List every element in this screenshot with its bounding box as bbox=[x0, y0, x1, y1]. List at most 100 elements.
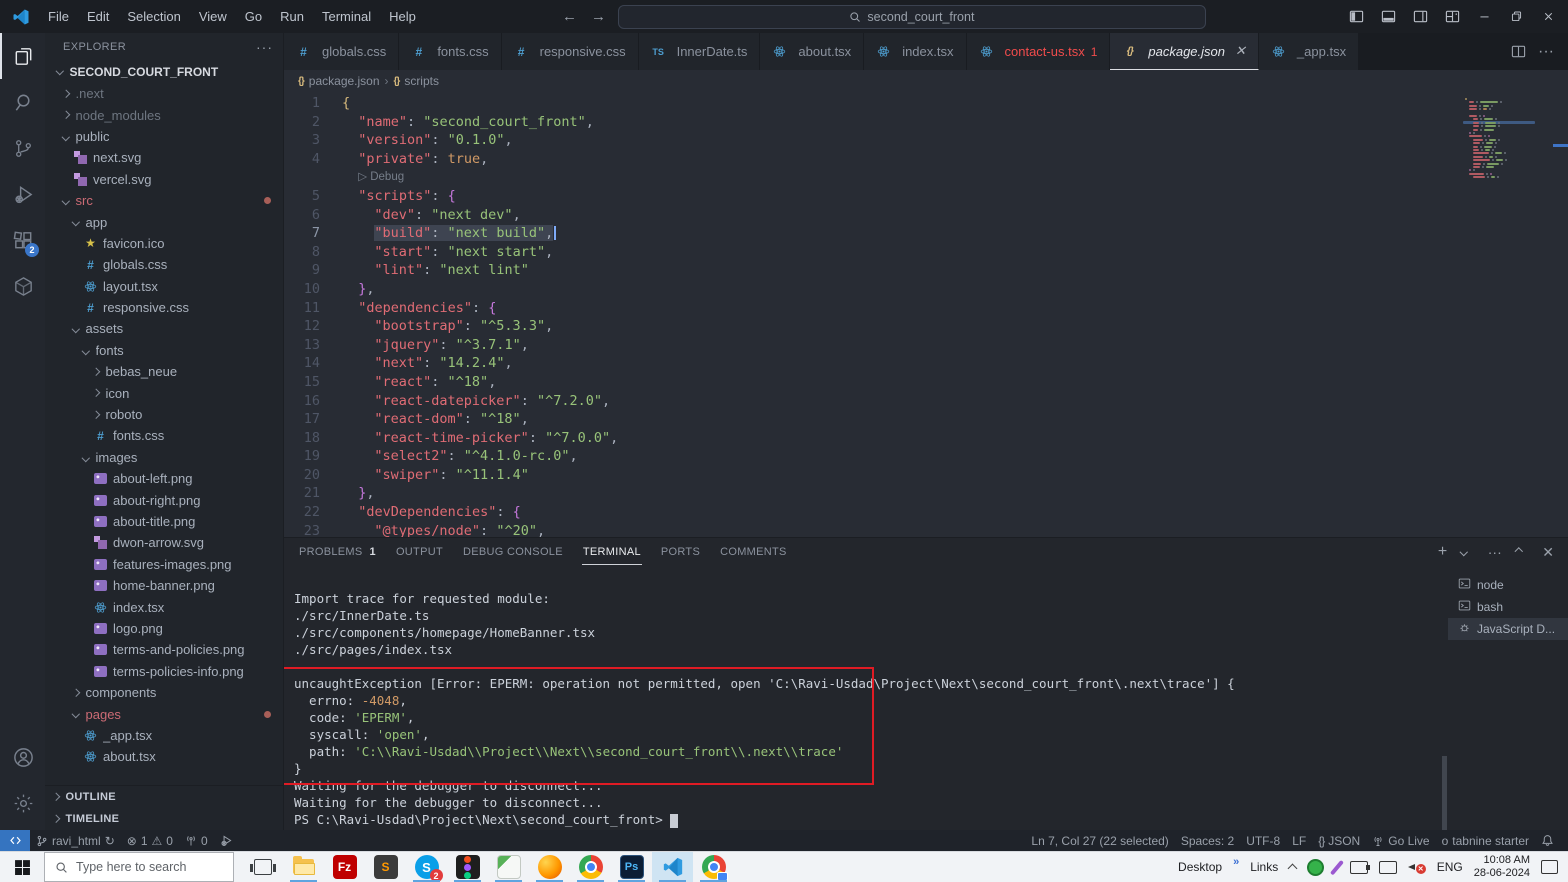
tree-item-src[interactable]: src bbox=[45, 190, 283, 211]
timeline-section[interactable]: TIMELINE bbox=[45, 808, 283, 830]
tab-package.json[interactable]: {}package.json✕ bbox=[1110, 33, 1259, 70]
activity-extensions-icon[interactable]: 2 bbox=[0, 217, 45, 263]
menu-file[interactable]: File bbox=[40, 6, 77, 27]
toggle-primary-sidebar-button[interactable] bbox=[1342, 4, 1370, 30]
panel-tab-terminal[interactable]: TERMINAL bbox=[582, 540, 642, 565]
code-line-11[interactable]: 11"dependencies": { bbox=[284, 299, 1568, 318]
terminal-instance-javascriptd[interactable]: JavaScript D... bbox=[1448, 618, 1568, 640]
code-line-6[interactable]: 6"dev": "next dev", bbox=[284, 206, 1568, 225]
tree-root-folder[interactable]: SECOND_COURT_FRONT bbox=[45, 61, 283, 83]
desktop-label[interactable]: Desktop bbox=[1178, 860, 1222, 874]
code-line-22[interactable]: 22"devDependencies": { bbox=[284, 503, 1568, 522]
minimize-button[interactable] bbox=[1470, 4, 1498, 30]
notifications-bell[interactable] bbox=[1535, 830, 1560, 851]
tree-item-terms-and-policies.png[interactable]: terms-and-policies.png bbox=[45, 639, 283, 660]
activity-search-icon[interactable] bbox=[0, 79, 45, 125]
breadcrumb-symbol[interactable]: scripts bbox=[404, 74, 439, 88]
close-tab-icon[interactable]: ✕ bbox=[1235, 43, 1246, 59]
explorer-more-actions-icon[interactable]: ··· bbox=[256, 39, 273, 55]
tree-item-about.tsx[interactable]: about.tsx bbox=[45, 746, 283, 767]
menu-view[interactable]: View bbox=[191, 6, 235, 27]
panel-tab-output[interactable]: OUTPUT bbox=[395, 540, 444, 564]
eol-status[interactable]: LF bbox=[1286, 830, 1312, 851]
menu-selection[interactable]: Selection bbox=[119, 6, 188, 27]
code-line-17[interactable]: 17"react-dom": "^18", bbox=[284, 410, 1568, 429]
volume-muted-icon[interactable]: ✕ bbox=[1408, 860, 1426, 874]
tree-item-public[interactable]: public bbox=[45, 126, 283, 147]
panel-tab-problems[interactable]: PROBLEMS1 bbox=[298, 540, 377, 564]
more-actions-icon[interactable]: ··· bbox=[1538, 43, 1554, 61]
code-line-20[interactable]: 20"swiper": "^11.1.4" bbox=[284, 466, 1568, 485]
breadcrumb-file[interactable]: package.json bbox=[309, 74, 380, 88]
terminal-instance-node[interactable]: node bbox=[1448, 574, 1568, 596]
tree-item-favicon.ico[interactable]: ★favicon.ico bbox=[45, 233, 283, 254]
tree-item-app[interactable]: app bbox=[45, 211, 283, 232]
terminal-dropdown-icon[interactable] bbox=[1460, 548, 1468, 556]
tree-item-about-right.png[interactable]: about-right.png bbox=[45, 489, 283, 510]
terminal-scrollbar[interactable] bbox=[1442, 756, 1447, 830]
tree-item-next.svg[interactable]: next.svg bbox=[45, 147, 283, 168]
taskbar-app-log-viewer[interactable] bbox=[488, 852, 529, 882]
close-button[interactable] bbox=[1534, 4, 1562, 30]
tree-item-terms-policies-info.png[interactable]: terms-policies-info.png bbox=[45, 661, 283, 682]
tabnine-status[interactable]: otabnine starter bbox=[1436, 830, 1535, 851]
tab-InnerDate.ts[interactable]: TSInnerDate.ts bbox=[639, 33, 761, 70]
code-editor[interactable]: 1{2"name": "second_court_front",3"versio… bbox=[284, 92, 1568, 537]
tree-item-pages[interactable]: pages bbox=[45, 703, 283, 724]
tree-item-fonts.css[interactable]: #fonts.css bbox=[45, 425, 283, 446]
debug-status[interactable] bbox=[214, 830, 239, 851]
taskbar-app-task-view[interactable] bbox=[242, 852, 283, 882]
code-line-15[interactable]: 15"react": "^18", bbox=[284, 373, 1568, 392]
activity-settings-icon[interactable] bbox=[0, 780, 45, 826]
code-line-4[interactable]: 4"private": true, bbox=[284, 150, 1568, 169]
code-line-23[interactable]: 23"@types/node": "^20", bbox=[284, 522, 1568, 537]
tree-item-globals.css[interactable]: #globals.css bbox=[45, 254, 283, 275]
back-arrow-icon[interactable]: ← bbox=[560, 8, 579, 25]
code-line-13[interactable]: 13"jquery": "^3.7.1", bbox=[284, 336, 1568, 355]
tree-item-about-title.png[interactable]: about-title.png bbox=[45, 511, 283, 532]
tree-item-roboto[interactable]: roboto bbox=[45, 404, 283, 425]
code-line-8[interactable]: 8"start": "next start", bbox=[284, 243, 1568, 262]
go-live-button[interactable]: Go Live bbox=[1366, 830, 1435, 851]
tab-about.tsx[interactable]: about.tsx bbox=[760, 33, 864, 70]
outline-section[interactable]: OUTLINE bbox=[45, 786, 283, 808]
activity-source-control-icon[interactable] bbox=[0, 125, 45, 171]
overflow-chevrons[interactable]: » bbox=[1233, 856, 1239, 868]
activity-cube-icon[interactable] bbox=[0, 263, 45, 309]
tab-fonts.css[interactable]: #fonts.css bbox=[399, 33, 501, 70]
toggle-secondary-sidebar-button[interactable] bbox=[1406, 4, 1434, 30]
taskbar-app-filezilla[interactable]: Fz bbox=[324, 852, 365, 882]
forward-arrow-icon[interactable]: → bbox=[589, 8, 608, 25]
tree-item-home-banner.png[interactable]: home-banner.png bbox=[45, 575, 283, 596]
tree-item-dwon-arrow.svg[interactable]: dwon-arrow.svg bbox=[45, 532, 283, 553]
overview-ruler[interactable] bbox=[1553, 92, 1568, 537]
menu-run[interactable]: Run bbox=[272, 6, 312, 27]
tree-item-vercel.svg[interactable]: vercel.svg bbox=[45, 169, 283, 190]
code-line-19[interactable]: 19"select2": "^4.1.0-rc.0", bbox=[284, 447, 1568, 466]
tree-item-_app.tsx[interactable]: _app.tsx bbox=[45, 725, 283, 746]
tree-item-logo.png[interactable]: logo.png bbox=[45, 618, 283, 639]
toggle-panel-button[interactable] bbox=[1374, 4, 1402, 30]
terminal-instance-bash[interactable]: bash bbox=[1448, 596, 1568, 618]
menu-terminal[interactable]: Terminal bbox=[314, 6, 379, 27]
indentation-status[interactable]: Spaces: 2 bbox=[1175, 830, 1240, 851]
tab-_app.tsx[interactable]: _app.tsx bbox=[1259, 33, 1359, 70]
codelens-debug-action[interactable]: ▷ Debug bbox=[342, 168, 404, 187]
tab-contact-us.tsx[interactable]: contact-us.tsx1 bbox=[967, 33, 1111, 70]
restore-button[interactable] bbox=[1502, 4, 1530, 30]
tab-globals.css[interactable]: #globals.css bbox=[284, 33, 399, 70]
tray-clock-icon[interactable] bbox=[1307, 859, 1324, 876]
codelens-row[interactable]: ▷ Debug bbox=[284, 168, 1568, 187]
menu-edit[interactable]: Edit bbox=[79, 6, 117, 27]
command-center-search[interactable]: second_court_front bbox=[618, 5, 1206, 29]
clock-datetime[interactable]: 10:08 AM 28-06-2024 bbox=[1474, 854, 1530, 880]
tab-responsive.css[interactable]: #responsive.css bbox=[502, 33, 639, 70]
minimap[interactable] bbox=[1461, 92, 1553, 322]
panel-tab-debug-console[interactable]: DEBUG CONSOLE bbox=[462, 540, 564, 564]
encoding-status[interactable]: UTF-8 bbox=[1240, 830, 1286, 851]
language-mode-status[interactable]: {}JSON bbox=[1312, 830, 1366, 851]
panel-tab-ports[interactable]: PORTS bbox=[660, 540, 701, 564]
taskbar-app-file-explorer[interactable] bbox=[283, 852, 324, 882]
code-line-12[interactable]: 12"bootstrap": "^5.3.3", bbox=[284, 317, 1568, 336]
problems-status[interactable]: ⊗ 1 ⚠ 0 bbox=[121, 830, 179, 851]
